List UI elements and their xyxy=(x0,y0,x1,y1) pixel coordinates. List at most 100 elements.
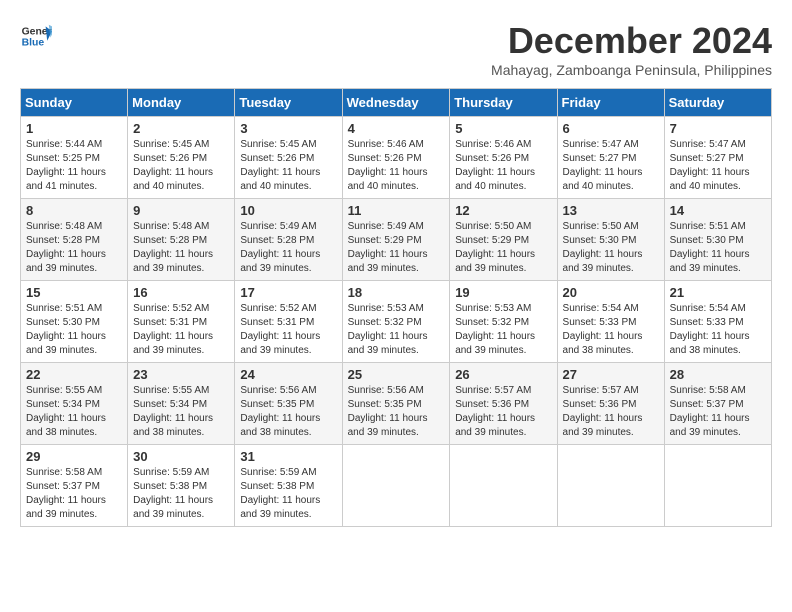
weekday-header-monday: Monday xyxy=(128,89,235,117)
calendar-week-2: 8 Sunrise: 5:48 AMSunset: 5:28 PMDayligh… xyxy=(21,199,772,281)
day-number: 9 xyxy=(133,203,229,218)
day-info: Sunrise: 5:51 AMSunset: 5:30 PMDaylight:… xyxy=(26,303,106,356)
calendar-cell: 15 Sunrise: 5:51 AMSunset: 5:30 PMDaylig… xyxy=(21,281,128,363)
day-info: Sunrise: 5:49 AMSunset: 5:29 PMDaylight:… xyxy=(348,221,428,274)
day-info: Sunrise: 5:54 AMSunset: 5:33 PMDaylight:… xyxy=(563,303,643,356)
calendar-week-5: 29 Sunrise: 5:58 AMSunset: 5:37 PMDaylig… xyxy=(21,445,772,527)
calendar-cell: 31 Sunrise: 5:59 AMSunset: 5:38 PMDaylig… xyxy=(235,445,342,527)
calendar-cell: 12 Sunrise: 5:50 AMSunset: 5:29 PMDaylig… xyxy=(450,199,557,281)
weekday-header-thursday: Thursday xyxy=(450,89,557,117)
calendar-cell: 11 Sunrise: 5:49 AMSunset: 5:29 PMDaylig… xyxy=(342,199,450,281)
day-number: 13 xyxy=(563,203,659,218)
page-header: General Blue December 2024 Mahayag, Zamb… xyxy=(20,20,772,78)
logo-icon: General Blue xyxy=(20,20,52,52)
calendar-cell: 24 Sunrise: 5:56 AMSunset: 5:35 PMDaylig… xyxy=(235,363,342,445)
day-info: Sunrise: 5:47 AMSunset: 5:27 PMDaylight:… xyxy=(670,139,750,192)
calendar-cell: 28 Sunrise: 5:58 AMSunset: 5:37 PMDaylig… xyxy=(664,363,771,445)
weekday-header-sunday: Sunday xyxy=(21,89,128,117)
location: Mahayag, Zamboanga Peninsula, Philippine… xyxy=(491,62,772,78)
day-info: Sunrise: 5:59 AMSunset: 5:38 PMDaylight:… xyxy=(240,467,320,520)
day-info: Sunrise: 5:44 AMSunset: 5:25 PMDaylight:… xyxy=(26,139,106,192)
weekday-header-row: SundayMondayTuesdayWednesdayThursdayFrid… xyxy=(21,89,772,117)
calendar-cell: 4 Sunrise: 5:46 AMSunset: 5:26 PMDayligh… xyxy=(342,117,450,199)
month-title: December 2024 xyxy=(491,20,772,62)
calendar-cell: 17 Sunrise: 5:52 AMSunset: 5:31 PMDaylig… xyxy=(235,281,342,363)
day-number: 5 xyxy=(455,121,551,136)
day-number: 25 xyxy=(348,367,445,382)
logo: General Blue xyxy=(20,20,52,52)
day-info: Sunrise: 5:52 AMSunset: 5:31 PMDaylight:… xyxy=(240,303,320,356)
calendar-cell xyxy=(557,445,664,527)
calendar-week-1: 1 Sunrise: 5:44 AMSunset: 5:25 PMDayligh… xyxy=(21,117,772,199)
calendar-cell: 6 Sunrise: 5:47 AMSunset: 5:27 PMDayligh… xyxy=(557,117,664,199)
day-info: Sunrise: 5:59 AMSunset: 5:38 PMDaylight:… xyxy=(133,467,213,520)
weekday-header-friday: Friday xyxy=(557,89,664,117)
svg-text:Blue: Blue xyxy=(22,38,45,49)
calendar-table: SundayMondayTuesdayWednesdayThursdayFrid… xyxy=(20,88,772,527)
calendar-cell xyxy=(664,445,771,527)
calendar-cell: 2 Sunrise: 5:45 AMSunset: 5:26 PMDayligh… xyxy=(128,117,235,199)
day-info: Sunrise: 5:46 AMSunset: 5:26 PMDaylight:… xyxy=(455,139,535,192)
calendar-week-4: 22 Sunrise: 5:55 AMSunset: 5:34 PMDaylig… xyxy=(21,363,772,445)
weekday-header-wednesday: Wednesday xyxy=(342,89,450,117)
day-info: Sunrise: 5:50 AMSunset: 5:29 PMDaylight:… xyxy=(455,221,535,274)
calendar-cell: 9 Sunrise: 5:48 AMSunset: 5:28 PMDayligh… xyxy=(128,199,235,281)
day-number: 6 xyxy=(563,121,659,136)
calendar-cell: 29 Sunrise: 5:58 AMSunset: 5:37 PMDaylig… xyxy=(21,445,128,527)
day-number: 30 xyxy=(133,449,229,464)
calendar-cell: 19 Sunrise: 5:53 AMSunset: 5:32 PMDaylig… xyxy=(450,281,557,363)
weekday-header-saturday: Saturday xyxy=(664,89,771,117)
day-number: 2 xyxy=(133,121,229,136)
calendar-cell: 16 Sunrise: 5:52 AMSunset: 5:31 PMDaylig… xyxy=(128,281,235,363)
calendar-cell: 27 Sunrise: 5:57 AMSunset: 5:36 PMDaylig… xyxy=(557,363,664,445)
day-info: Sunrise: 5:55 AMSunset: 5:34 PMDaylight:… xyxy=(26,385,106,438)
calendar-cell: 7 Sunrise: 5:47 AMSunset: 5:27 PMDayligh… xyxy=(664,117,771,199)
calendar-week-3: 15 Sunrise: 5:51 AMSunset: 5:30 PMDaylig… xyxy=(21,281,772,363)
day-info: Sunrise: 5:45 AMSunset: 5:26 PMDaylight:… xyxy=(240,139,320,192)
day-number: 17 xyxy=(240,285,336,300)
day-info: Sunrise: 5:53 AMSunset: 5:32 PMDaylight:… xyxy=(455,303,535,356)
calendar-cell: 30 Sunrise: 5:59 AMSunset: 5:38 PMDaylig… xyxy=(128,445,235,527)
day-number: 22 xyxy=(26,367,122,382)
day-number: 10 xyxy=(240,203,336,218)
day-info: Sunrise: 5:51 AMSunset: 5:30 PMDaylight:… xyxy=(670,221,750,274)
day-number: 1 xyxy=(26,121,122,136)
calendar-cell: 14 Sunrise: 5:51 AMSunset: 5:30 PMDaylig… xyxy=(664,199,771,281)
calendar-cell: 21 Sunrise: 5:54 AMSunset: 5:33 PMDaylig… xyxy=(664,281,771,363)
day-number: 15 xyxy=(26,285,122,300)
day-number: 28 xyxy=(670,367,766,382)
day-number: 21 xyxy=(670,285,766,300)
title-area: December 2024 Mahayag, Zamboanga Peninsu… xyxy=(491,20,772,78)
calendar-cell: 22 Sunrise: 5:55 AMSunset: 5:34 PMDaylig… xyxy=(21,363,128,445)
calendar-cell: 5 Sunrise: 5:46 AMSunset: 5:26 PMDayligh… xyxy=(450,117,557,199)
day-info: Sunrise: 5:53 AMSunset: 5:32 PMDaylight:… xyxy=(348,303,428,356)
calendar-cell: 8 Sunrise: 5:48 AMSunset: 5:28 PMDayligh… xyxy=(21,199,128,281)
day-info: Sunrise: 5:48 AMSunset: 5:28 PMDaylight:… xyxy=(26,221,106,274)
calendar-cell xyxy=(342,445,450,527)
calendar-cell: 1 Sunrise: 5:44 AMSunset: 5:25 PMDayligh… xyxy=(21,117,128,199)
day-info: Sunrise: 5:56 AMSunset: 5:35 PMDaylight:… xyxy=(240,385,320,438)
day-info: Sunrise: 5:46 AMSunset: 5:26 PMDaylight:… xyxy=(348,139,428,192)
day-info: Sunrise: 5:58 AMSunset: 5:37 PMDaylight:… xyxy=(26,467,106,520)
day-number: 14 xyxy=(670,203,766,218)
day-number: 31 xyxy=(240,449,336,464)
day-number: 29 xyxy=(26,449,122,464)
day-number: 27 xyxy=(563,367,659,382)
calendar-cell: 26 Sunrise: 5:57 AMSunset: 5:36 PMDaylig… xyxy=(450,363,557,445)
day-info: Sunrise: 5:50 AMSunset: 5:30 PMDaylight:… xyxy=(563,221,643,274)
day-number: 18 xyxy=(348,285,445,300)
day-info: Sunrise: 5:58 AMSunset: 5:37 PMDaylight:… xyxy=(670,385,750,438)
day-info: Sunrise: 5:57 AMSunset: 5:36 PMDaylight:… xyxy=(455,385,535,438)
calendar-cell: 23 Sunrise: 5:55 AMSunset: 5:34 PMDaylig… xyxy=(128,363,235,445)
calendar-cell: 10 Sunrise: 5:49 AMSunset: 5:28 PMDaylig… xyxy=(235,199,342,281)
calendar-cell xyxy=(450,445,557,527)
day-info: Sunrise: 5:56 AMSunset: 5:35 PMDaylight:… xyxy=(348,385,428,438)
day-info: Sunrise: 5:45 AMSunset: 5:26 PMDaylight:… xyxy=(133,139,213,192)
calendar-cell: 20 Sunrise: 5:54 AMSunset: 5:33 PMDaylig… xyxy=(557,281,664,363)
day-info: Sunrise: 5:52 AMSunset: 5:31 PMDaylight:… xyxy=(133,303,213,356)
day-number: 19 xyxy=(455,285,551,300)
day-number: 11 xyxy=(348,203,445,218)
day-number: 7 xyxy=(670,121,766,136)
calendar-cell: 13 Sunrise: 5:50 AMSunset: 5:30 PMDaylig… xyxy=(557,199,664,281)
calendar-cell: 3 Sunrise: 5:45 AMSunset: 5:26 PMDayligh… xyxy=(235,117,342,199)
